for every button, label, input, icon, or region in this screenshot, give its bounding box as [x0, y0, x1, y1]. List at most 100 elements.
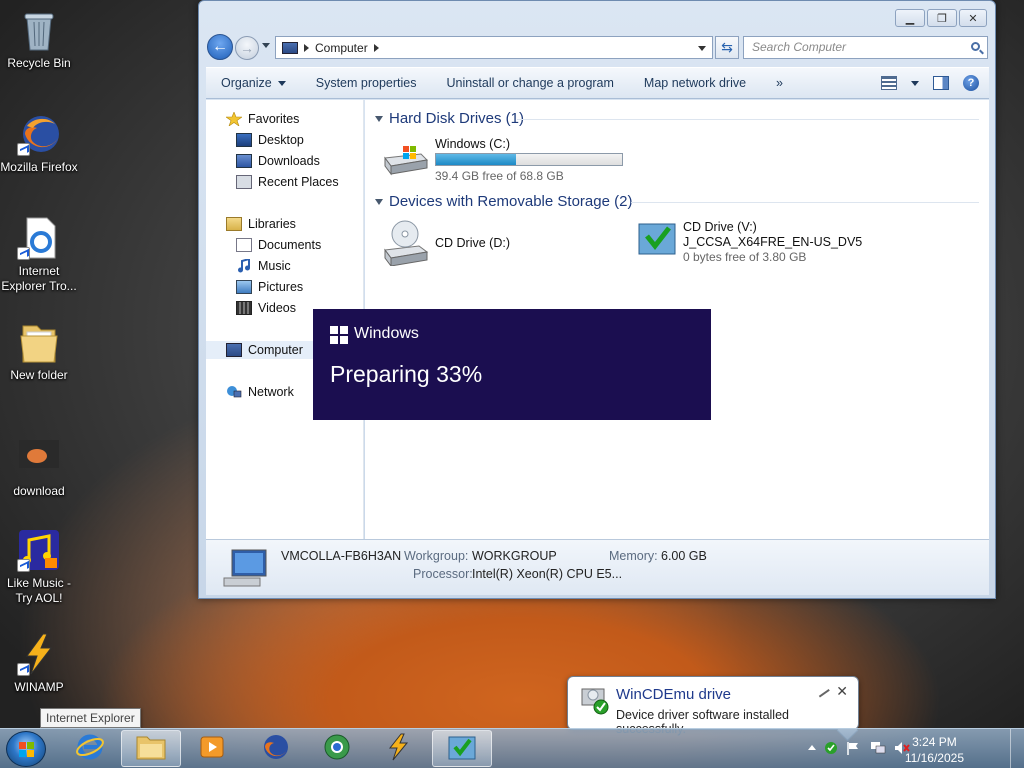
explorer-window[interactable]: ▁ ❐ ✕ ← → Computer ⇆ Search Computer Org… — [198, 0, 996, 599]
clock-time: 3:24 PM — [912, 735, 957, 749]
map-network-drive-button[interactable]: Map network drive — [629, 76, 761, 90]
desktop-icon-like-music[interactable]: Like Music - Try AOL! — [0, 528, 78, 606]
nav-label: Desktop — [258, 133, 304, 147]
document-ie-icon — [17, 216, 61, 260]
group-title: Hard Disk Drives (1) — [389, 110, 525, 127]
view-dropdown-icon[interactable] — [911, 80, 919, 86]
computer-large-icon — [222, 548, 268, 591]
desktop-icon-winamp[interactable]: WINAMP — [0, 632, 78, 695]
taskbar-media-player[interactable] — [182, 730, 242, 767]
preview-pane-icon[interactable] — [933, 76, 949, 90]
nav-favorites[interactable]: Favorites — [225, 110, 299, 128]
desktop-icon-firefox[interactable]: Mozilla Firefox — [0, 112, 78, 175]
cd-drive-icon — [381, 220, 429, 269]
search-icon[interactable] — [971, 42, 980, 51]
forward-button[interactable]: → — [235, 36, 259, 60]
nav-pictures[interactable]: Pictures — [236, 278, 303, 296]
close-button[interactable]: ✕ — [959, 9, 987, 27]
details-pane: VMCOLLA-FB6H3AN Workgroup: WORKGROUP Mem… — [206, 539, 989, 595]
organize-button[interactable]: Organize — [206, 76, 301, 90]
start-button[interactable] — [6, 731, 46, 767]
winamp-icon — [383, 732, 413, 765]
drive-c-free: 39.4 GB free of 68.8 GB — [435, 169, 564, 183]
show-desktop-button[interactable] — [1010, 729, 1024, 768]
taskbar-internet-explorer[interactable] — [60, 730, 120, 767]
clock[interactable]: 3:24 PM 11/16/2025 — [905, 734, 964, 766]
wincdemu-tray-icon[interactable] — [824, 741, 838, 758]
notification-close-button[interactable]: ✕ — [836, 683, 848, 700]
desktop-icon-label: Mozilla Firefox — [0, 160, 78, 174]
chevron-right-icon[interactable] — [373, 43, 379, 52]
libraries-icon — [226, 217, 242, 231]
taskbar-wincdemu[interactable] — [432, 730, 492, 767]
more-commands-button[interactable]: » — [761, 76, 798, 90]
refresh-button[interactable]: ⇆ — [715, 36, 739, 59]
desktop-icon-recycle-bin[interactable]: Recycle Bin — [0, 8, 78, 71]
search-input[interactable]: Search Computer — [743, 36, 988, 59]
workgroup-value: WORKGROUP — [472, 549, 557, 563]
drive-c-name: Windows (C:) — [435, 137, 511, 151]
nav-network[interactable]: Network — [226, 383, 294, 401]
chevron-right-icon — [304, 43, 309, 52]
breadcrumb-computer[interactable]: Computer — [315, 41, 368, 55]
drive-v[interactable]: CD Drive (V:) J_CCSA_X64FRE_EN-US_DV5 0 … — [637, 218, 937, 266]
downloads-icon — [236, 154, 252, 168]
minimize-button[interactable]: ▁ — [895, 9, 925, 27]
firefox-icon — [17, 112, 61, 156]
help-icon[interactable]: ? — [963, 75, 979, 91]
nav-music[interactable]: Music — [236, 257, 291, 275]
flag-icon[interactable] — [846, 741, 860, 758]
nav-recent-places[interactable]: Recent Places — [236, 173, 339, 191]
recent-pages-dropdown[interactable] — [262, 43, 270, 48]
network-tray-icon[interactable] — [870, 741, 886, 758]
desktop-icon-label: Recycle Bin — [7, 56, 71, 70]
documents-icon — [236, 238, 252, 252]
desktop-icon-label: download — [13, 484, 65, 498]
desktop-icon — [236, 133, 252, 147]
drive-d[interactable]: CD Drive (D:) — [381, 220, 581, 268]
computer-icon — [226, 343, 242, 357]
nav-libraries[interactable]: Libraries — [226, 215, 296, 233]
drive-v-name: CD Drive (V:) — [683, 220, 757, 234]
address-dropdown-icon[interactable] — [698, 46, 706, 51]
desktop-icon-download[interactable]: download — [0, 436, 78, 499]
media-player-icon — [198, 733, 226, 764]
group-header-removable[interactable]: Devices with Removable Storage (2) — [375, 193, 632, 210]
change-view-icon[interactable] — [881, 76, 897, 90]
folder-icon — [135, 733, 167, 764]
group-header-hdd[interactable]: Hard Disk Drives (1) — [375, 110, 524, 127]
address-bar[interactable]: Computer — [275, 36, 713, 59]
drive-c[interactable]: Windows (C:) 39.4 GB free of 68.8 GB — [381, 136, 631, 186]
music-app-icon — [17, 528, 61, 572]
driver-installed-icon — [580, 685, 610, 715]
desktop-icon-new-folder[interactable]: New folder — [0, 320, 78, 383]
windows-setup-progress: Windows Preparing 33% — [313, 309, 711, 420]
taskbar-winamp[interactable] — [368, 730, 428, 767]
nav-videos[interactable]: Videos — [236, 299, 296, 317]
back-button[interactable]: ← — [207, 34, 233, 60]
nav-documents[interactable]: Documents — [236, 236, 321, 254]
maximize-button[interactable]: ❐ — [927, 9, 957, 27]
music-icon — [236, 257, 252, 273]
virtual-cd-drive-icon — [637, 220, 677, 259]
show-hidden-icons-icon[interactable] — [808, 745, 816, 750]
taskbar-firefox[interactable] — [245, 730, 305, 767]
arrow-right-icon: → — [240, 40, 254, 56]
taskbar-file-explorer[interactable] — [121, 730, 181, 767]
command-bar: Organize System properties Uninstall or … — [206, 67, 989, 99]
pictures-icon — [236, 280, 252, 294]
uninstall-program-button[interactable]: Uninstall or change a program — [431, 76, 628, 90]
system-properties-button[interactable]: System properties — [301, 76, 432, 90]
nav-computer[interactable]: Computer — [206, 341, 316, 359]
windows-logo-icon — [330, 326, 348, 344]
star-icon — [225, 111, 243, 127]
nav-label: Libraries — [248, 217, 296, 231]
nav-downloads[interactable]: Downloads — [236, 152, 320, 170]
desktop-icon-internet-explorer[interactable]: Internet Explorer Tro... — [0, 216, 78, 294]
taskbar-browser[interactable] — [307, 730, 367, 767]
pin-icon[interactable] — [814, 682, 830, 698]
arrow-left-icon: ← — [212, 38, 228, 55]
nav-desktop[interactable]: Desktop — [236, 131, 304, 149]
desktop-icon-label: Like Music - Try AOL! — [6, 576, 71, 605]
notification-balloon[interactable]: WinCDEmu drive Device driver software in… — [567, 676, 859, 736]
